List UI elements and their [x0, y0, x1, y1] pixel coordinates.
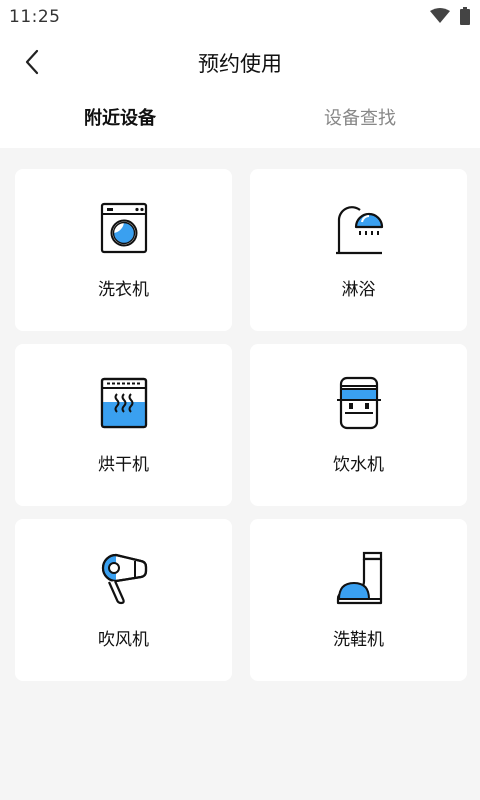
washing-machine-icon — [100, 202, 148, 254]
dryer-icon — [100, 377, 148, 429]
device-card-shower[interactable]: 淋浴 — [250, 169, 467, 331]
device-grid: 洗衣机 淋浴 烘干机 饮水机 吹风机 洗鞋机 — [15, 169, 467, 681]
device-card-dryer[interactable]: 烘干机 — [15, 344, 232, 506]
device-card-washing-machine[interactable]: 洗衣机 — [15, 169, 232, 331]
status-time: 11:25 — [9, 7, 61, 27]
device-label: 洗鞋机 — [333, 630, 384, 650]
wifi-icon — [430, 8, 450, 23]
shower-icon — [336, 206, 384, 255]
battery-icon — [460, 7, 470, 25]
device-label: 洗衣机 — [98, 280, 149, 300]
page-title: 预约使用 — [198, 52, 282, 76]
tab-device-search[interactable]: 设备查找 — [240, 90, 480, 148]
device-label: 烘干机 — [98, 455, 149, 475]
status-icons — [430, 7, 470, 25]
device-label: 饮水机 — [333, 455, 384, 475]
status-bar: 11:25 — [0, 0, 480, 34]
tab-nearby-devices[interactable]: 附近设备 — [0, 90, 240, 148]
device-card-water-dispenser[interactable]: 饮水机 — [250, 344, 467, 506]
tab-bar: 附近设备 设备查找 — [0, 90, 480, 148]
hair-dryer-icon — [101, 553, 148, 605]
device-label: 吹风机 — [98, 630, 149, 650]
device-card-hair-dryer[interactable]: 吹风机 — [15, 519, 232, 681]
water-dispenser-icon — [337, 376, 381, 430]
header: 预约使用 — [0, 34, 480, 90]
device-card-shoe-washer[interactable]: 洗鞋机 — [250, 519, 467, 681]
device-label: 淋浴 — [341, 280, 376, 300]
shoe-washer-icon — [336, 551, 383, 605]
